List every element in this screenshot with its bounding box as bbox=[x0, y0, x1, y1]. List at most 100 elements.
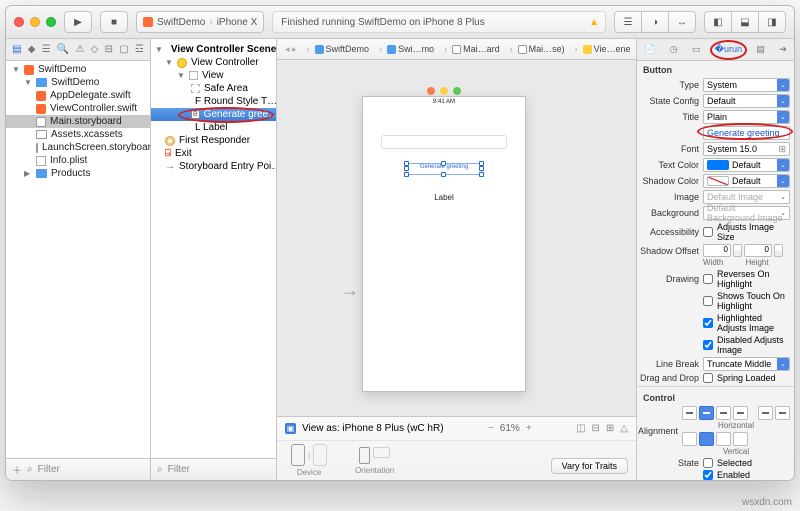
selected-checkbox[interactable]: Selected bbox=[703, 458, 790, 468]
embed-icon[interactable]: ◫ bbox=[576, 423, 585, 434]
disabled-adjusts-checkbox[interactable]: Disabled Adjusts Image bbox=[703, 335, 790, 355]
generate-button-row[interactable]: BGenerate gree… bbox=[151, 108, 276, 121]
orientation-picker[interactable]: Orientation bbox=[355, 447, 394, 475]
exit-row[interactable]: ⍈Exit bbox=[151, 147, 276, 160]
stepper-icon[interactable] bbox=[733, 244, 742, 257]
file-inspector-icon[interactable]: 📄 bbox=[644, 44, 655, 55]
scene-dock[interactable] bbox=[427, 87, 461, 95]
scheme-selector[interactable]: SwiftDemo › iPhone X bbox=[136, 11, 264, 33]
line-break-select[interactable]: Truncate Middle⌄ bbox=[703, 357, 790, 371]
zoom-icon[interactable] bbox=[46, 17, 56, 27]
traffic-lights[interactable] bbox=[14, 17, 56, 27]
viewcontroller-scene[interactable]: 9:41 AM Generate greeting Label bbox=[362, 96, 526, 392]
type-select[interactable]: System⌄ bbox=[703, 78, 790, 92]
standard-editor-icon[interactable]: ☰ bbox=[614, 11, 642, 33]
issue-tab-icon[interactable]: ⚠ bbox=[75, 44, 84, 55]
view-as-label[interactable]: View as: iPhone 8 Plus (wC hR) bbox=[302, 423, 444, 434]
resolve-icon[interactable]: △ bbox=[620, 423, 628, 434]
group-swiftdemo[interactable]: ▼SwiftDemo bbox=[6, 76, 150, 89]
title-type-select[interactable]: Plain⌄ bbox=[703, 110, 790, 124]
viewcontroller-row[interactable]: ▼View Controller bbox=[151, 56, 276, 69]
accessibility-checkbox[interactable]: Adjusts Image Size bbox=[703, 222, 790, 242]
debug-tab-icon[interactable]: ⊟ bbox=[105, 44, 113, 55]
vary-for-traits-button[interactable]: Vary for Traits bbox=[551, 458, 628, 474]
panel-toggles[interactable]: ◧ ⬓ ◨ bbox=[704, 11, 786, 33]
spring-loaded-checkbox[interactable]: Spring Loaded bbox=[703, 373, 790, 383]
title-text-field[interactable]: Generate greeting bbox=[703, 126, 790, 140]
stop-button[interactable]: ■ bbox=[100, 11, 128, 33]
right-panel-icon[interactable]: ◨ bbox=[758, 11, 786, 33]
warning-icon[interactable]: ▲ bbox=[589, 17, 599, 28]
report-tab-icon[interactable]: ☲ bbox=[135, 44, 144, 55]
background-field[interactable]: Default Background Image⌄ bbox=[703, 206, 790, 220]
device-picker[interactable]: | Device bbox=[291, 444, 327, 477]
file-appdelegate[interactable]: AppDelegate.swift bbox=[6, 89, 150, 102]
shadow-color-select[interactable]: Default⌄ bbox=[703, 174, 790, 188]
shadow-height-input[interactable]: 0 bbox=[744, 244, 772, 257]
first-responder-row[interactable]: First Responder bbox=[151, 134, 276, 147]
label-row[interactable]: L Label bbox=[151, 121, 276, 134]
state-config-select[interactable]: Default⌄ bbox=[703, 94, 790, 108]
file-launchscreen[interactable]: LaunchScreen.storyboard bbox=[6, 141, 150, 154]
toggle-icon[interactable]: ▣ bbox=[285, 423, 296, 434]
project-tab-icon[interactable]: ▤ bbox=[12, 44, 21, 55]
attributes-inspector-icon[interactable]: �urun bbox=[715, 44, 742, 55]
jump-bar[interactable]: ◂ ▸ SwiftDemo Swi…mo Mai…ard Mai…se) Vie… bbox=[277, 39, 636, 60]
vertical-alignment[interactable] bbox=[682, 432, 790, 446]
source-control-tab-icon[interactable]: ◆ bbox=[28, 44, 36, 55]
shows-touch-checkbox[interactable]: Shows Touch On Highlight bbox=[703, 291, 790, 311]
font-field[interactable]: System 15.0⊞ bbox=[703, 142, 790, 156]
scene-row[interactable]: ▼View Controller Scene bbox=[151, 43, 276, 56]
assistant-editor-icon[interactable]: ◑ bbox=[641, 11, 669, 33]
view-row[interactable]: ▼View bbox=[151, 69, 276, 82]
minimize-icon[interactable] bbox=[30, 17, 40, 27]
version-editor-icon[interactable]: ↔ bbox=[668, 11, 696, 33]
file-viewcontroller[interactable]: ViewController.swift bbox=[6, 102, 150, 115]
symbol-tab-icon[interactable]: ☰ bbox=[42, 44, 51, 55]
entry-point-row[interactable]: →Storyboard Entry Poi… bbox=[151, 160, 276, 173]
inspector-tabs[interactable]: 📄 ◷ ▭ �urun ▤ ➔ bbox=[637, 39, 794, 61]
textfield-row[interactable]: F Round Style T… bbox=[151, 95, 276, 108]
project-root[interactable]: ▼SwiftDemo bbox=[6, 63, 150, 76]
device-bar[interactable]: | Device Orientation Vary for Traits bbox=[277, 441, 636, 480]
canvas[interactable]: → 9:41 AM Generate greeting Label bbox=[277, 60, 636, 416]
identity-inspector-icon[interactable]: ▭ bbox=[692, 44, 701, 55]
font-picker-icon[interactable]: ⊞ bbox=[778, 144, 786, 155]
shadow-width-input[interactable]: 0 bbox=[703, 244, 731, 257]
highlighted-adjusts-checkbox[interactable]: Highlighted Adjusts Image bbox=[703, 313, 790, 333]
close-icon[interactable] bbox=[14, 17, 24, 27]
size-inspector-icon[interactable]: ▤ bbox=[756, 44, 765, 55]
label-element[interactable]: Label bbox=[424, 193, 464, 202]
reverses-checkbox[interactable]: Reverses On Highlight bbox=[703, 269, 790, 289]
file-assets[interactable]: Assets.xcassets bbox=[6, 128, 150, 141]
add-icon[interactable]: ＋ bbox=[12, 462, 22, 477]
safearea-row[interactable]: Safe Area bbox=[151, 82, 276, 95]
project-tree[interactable]: ▼SwiftDemo ▼SwiftDemo AppDelegate.swift … bbox=[6, 61, 150, 458]
horizontal-alignment[interactable] bbox=[682, 406, 790, 420]
text-color-select[interactable]: Default⌄ bbox=[703, 158, 790, 172]
outline-tree[interactable]: ▼View Controller Scene ▼View Controller … bbox=[151, 39, 276, 458]
file-main-storyboard[interactable]: Main.storyboard bbox=[6, 115, 150, 128]
jump-back[interactable]: ◂ ▸ bbox=[281, 44, 301, 55]
test-tab-icon[interactable]: ◇ bbox=[91, 44, 99, 55]
run-button[interactable]: ▶ bbox=[64, 11, 92, 33]
textfield-element[interactable] bbox=[381, 135, 507, 149]
zoom-level[interactable]: 61% bbox=[500, 423, 520, 434]
image-field[interactable]: Default Image⌄ bbox=[703, 190, 790, 204]
view-as-bar[interactable]: ▣ View as: iPhone 8 Plus (wC hR) − 61% +… bbox=[277, 417, 636, 441]
left-panel-icon[interactable]: ◧ bbox=[704, 11, 732, 33]
align-icon[interactable]: ⊟ bbox=[592, 423, 600, 434]
editor-mode-segmented[interactable]: ☰ ◑ ↔ bbox=[614, 11, 696, 33]
file-infoplist[interactable]: Info.plist bbox=[6, 154, 150, 167]
pin-icon[interactable]: ⊞ bbox=[606, 423, 614, 434]
connections-inspector-icon[interactable]: ➔ bbox=[779, 44, 787, 55]
history-inspector-icon[interactable]: ◷ bbox=[670, 44, 678, 55]
find-tab-icon[interactable]: 🔍 bbox=[57, 44, 69, 55]
inspector-body[interactable]: Button TypeSystem⌄ State ConfigDefault⌄ … bbox=[637, 61, 794, 480]
navigator-tabs[interactable]: ▤ ◆ ☰ 🔍 ⚠ ◇ ⊟ ▢ ☲ bbox=[6, 39, 150, 61]
bottom-panel-icon[interactable]: ⬓ bbox=[731, 11, 759, 33]
generate-button-element[interactable]: Generate greeting bbox=[406, 163, 482, 175]
breakpoint-tab-icon[interactable]: ▢ bbox=[119, 44, 128, 55]
stepper-icon[interactable] bbox=[774, 244, 783, 257]
zoom-out-button[interactable]: − bbox=[488, 423, 494, 434]
